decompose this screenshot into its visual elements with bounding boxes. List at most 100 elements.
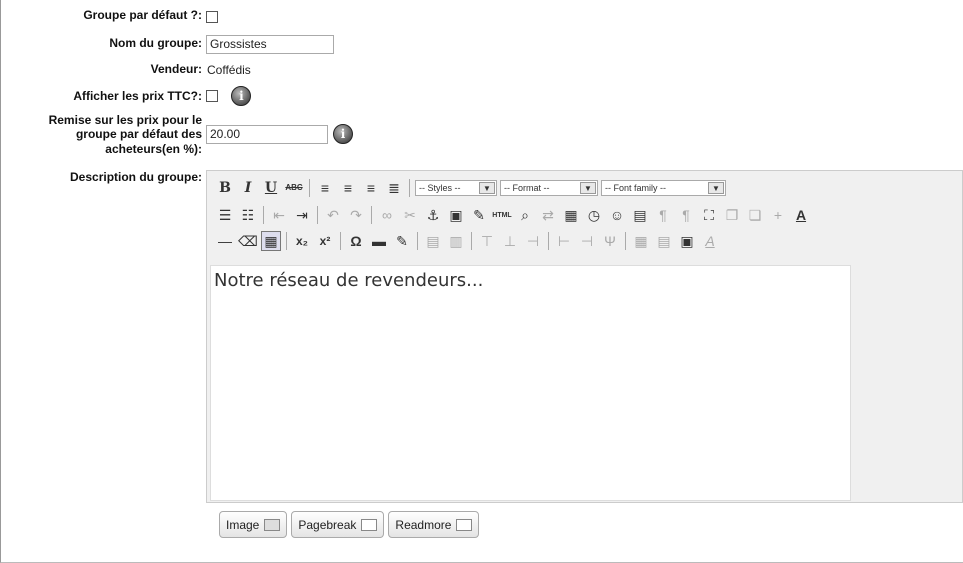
info-icon[interactable]: i [333, 124, 353, 144]
font-family-select[interactable]: -- Font family -- ▼ [601, 180, 726, 196]
toolbar-separator [309, 179, 310, 197]
delete-row-icon[interactable]: ⊣ [523, 231, 543, 251]
toolbar-separator [263, 206, 264, 224]
align-right-icon[interactable]: ≡ [361, 178, 381, 198]
pagebreak-button-label: Pagebreak [298, 517, 357, 532]
numbered-list-icon[interactable]: ☷ [238, 205, 258, 225]
paste-icon[interactable]: ❏ [745, 205, 765, 225]
col-after-icon[interactable]: ⊣ [577, 231, 597, 251]
anchor-icon[interactable]: ⚓ [423, 205, 443, 225]
toolbar-separator [417, 232, 418, 250]
style-props-icon[interactable]: A [700, 231, 720, 251]
redo-icon[interactable]: ↷ [346, 205, 366, 225]
insert-time-icon[interactable]: ◷ [584, 205, 604, 225]
editor-content[interactable]: Notre réseau de revendeurs... [210, 265, 851, 501]
visual-aid-icon[interactable]: ▦ [261, 231, 281, 251]
discount-label-1: Remise sur les prix pour le [48, 113, 202, 127]
col-before-icon[interactable]: ⊢ [554, 231, 574, 251]
editor-toolbar-row-2: ☰ ☷ ⇤ ⇥ ↶ ↷ ∞ ✂ ⚓ ▣ ✎ HTML ⌕ ⇄ ▦ ◷ ☺ ▤ ¶… [215, 203, 814, 227]
chevron-down-icon: ▼ [479, 182, 495, 194]
styles-select[interactable]: -- Styles -- ▼ [415, 180, 497, 196]
remove-format-icon[interactable]: ⌫ [238, 231, 258, 251]
show-ttc-checkbox[interactable] [206, 90, 218, 102]
merge-cells-icon[interactable]: ▤ [654, 231, 674, 251]
bold-icon[interactable]: B [215, 178, 235, 198]
readmore-icon [456, 518, 473, 531]
ltr-icon[interactable]: ¶ [653, 205, 673, 225]
find-icon[interactable]: ⌕ [515, 205, 535, 225]
image-icon[interactable]: ▣ [446, 205, 466, 225]
unlink-icon[interactable]: ✂ [400, 205, 420, 225]
discount-label-3: acheteurs(en %): [105, 142, 202, 156]
vendor-row: Vendeur: Coffédis [0, 62, 963, 78]
group-name-input[interactable]: Grossistes [206, 35, 334, 54]
discount-input[interactable]: 20.00 [206, 124, 328, 144]
format-select[interactable]: -- Format -- ▼ [500, 180, 598, 196]
underline-icon[interactable]: U [261, 178, 281, 198]
description-label: Description du groupe: [70, 170, 202, 184]
toolbar-separator [548, 232, 549, 250]
insert-hr-icon[interactable]: ▬ [369, 231, 389, 251]
editor-extra-buttons: Image Pagebreak Readmore [219, 511, 483, 538]
show-ttc-row: Afficher les prix TTC?: i [0, 84, 963, 108]
image-icon [264, 518, 281, 531]
insert-layer-icon[interactable]: + [768, 205, 788, 225]
undo-icon[interactable]: ↶ [323, 205, 343, 225]
readmore-button-label: Readmore [395, 517, 452, 532]
emoticon-icon[interactable]: ☺ [607, 205, 627, 225]
default-group-label: Groupe par défaut ?: [83, 8, 202, 22]
pagebreak-button[interactable]: Pagebreak [291, 511, 385, 538]
special-char-icon[interactable]: Ω [346, 231, 366, 251]
align-center-icon[interactable]: ≡ [338, 178, 358, 198]
rtl-icon[interactable]: ¶ [676, 205, 696, 225]
toolbar-separator [409, 179, 410, 197]
editor-toolbar-row-3: — ⌫ ▦ x₂ x² Ω ▬ ✎ ▤ ▥ ⊤ ⊥ ⊣ ⊢ ⊣ Ψ ▦ ▤ ▣ … [215, 229, 723, 253]
superscript-icon[interactable]: x² [315, 231, 335, 251]
outdent-icon[interactable]: ⇤ [269, 205, 289, 225]
row-before-icon[interactable]: ⊤ [477, 231, 497, 251]
replace-icon[interactable]: ⇄ [538, 205, 558, 225]
bullet-list-icon[interactable]: ☰ [215, 205, 235, 225]
strikethrough-icon[interactable]: ABC [284, 178, 304, 198]
toolbar-separator [371, 206, 372, 224]
editor-toolbar-row-1: B I U ABC ≡ ≡ ≡ ≣ -- Styles -- ▼ -- Forma… [215, 176, 729, 200]
table-cell-props-icon[interactable]: ▥ [446, 231, 466, 251]
rich-text-editor: B I U ABC ≡ ≡ ≡ ≣ -- Styles -- ▼ -- Forma… [206, 170, 963, 503]
toolbar-separator [286, 232, 287, 250]
insert-date-icon[interactable]: ▦ [561, 205, 581, 225]
group-name-label: Nom du groupe: [109, 36, 202, 50]
delete-col-icon[interactable]: Ψ [600, 231, 620, 251]
table-icon[interactable]: ▣ [677, 231, 697, 251]
html-icon[interactable]: HTML [492, 205, 512, 225]
toolbar-separator [340, 232, 341, 250]
align-justify-icon[interactable]: ≣ [384, 178, 404, 198]
default-group-checkbox[interactable] [206, 10, 218, 23]
indent-icon[interactable]: ⇥ [292, 205, 312, 225]
show-ttc-label: Afficher les prix TTC?: [73, 89, 202, 103]
image-button[interactable]: Image [219, 511, 288, 538]
toolbar-separator [471, 232, 472, 250]
chevron-down-icon: ▼ [708, 182, 724, 194]
align-left-icon[interactable]: ≡ [315, 178, 335, 198]
discount-label-2: groupe par défaut des [75, 127, 202, 141]
subscript-icon[interactable]: x₂ [292, 231, 312, 251]
font-color-icon[interactable]: A [791, 205, 811, 225]
chevron-down-icon: ▼ [580, 182, 596, 194]
table-row-props-icon[interactable]: ▤ [423, 231, 443, 251]
fullscreen-icon[interactable]: ⛶ [699, 205, 719, 225]
row-after-icon[interactable]: ⊥ [500, 231, 520, 251]
group-name-row: Nom du groupe: Grossistes [0, 33, 963, 55]
default-group-row: Groupe par défaut ?: [0, 8, 963, 24]
cleanup-icon[interactable]: ✎ [469, 205, 489, 225]
split-cells-icon[interactable]: ▦ [631, 231, 651, 251]
info-icon[interactable]: i [231, 86, 252, 106]
pagebreak-icon [361, 518, 378, 531]
readmore-button[interactable]: Readmore [388, 511, 480, 538]
italic-icon[interactable]: I [238, 178, 258, 198]
edit-icon[interactable]: ✎ [392, 231, 412, 251]
copy-icon[interactable]: ❐ [722, 205, 742, 225]
link-icon[interactable]: ∞ [377, 205, 397, 225]
horizontal-rule-icon[interactable]: — [215, 231, 235, 251]
media-icon[interactable]: ▤ [630, 205, 650, 225]
image-button-label: Image [226, 517, 260, 532]
